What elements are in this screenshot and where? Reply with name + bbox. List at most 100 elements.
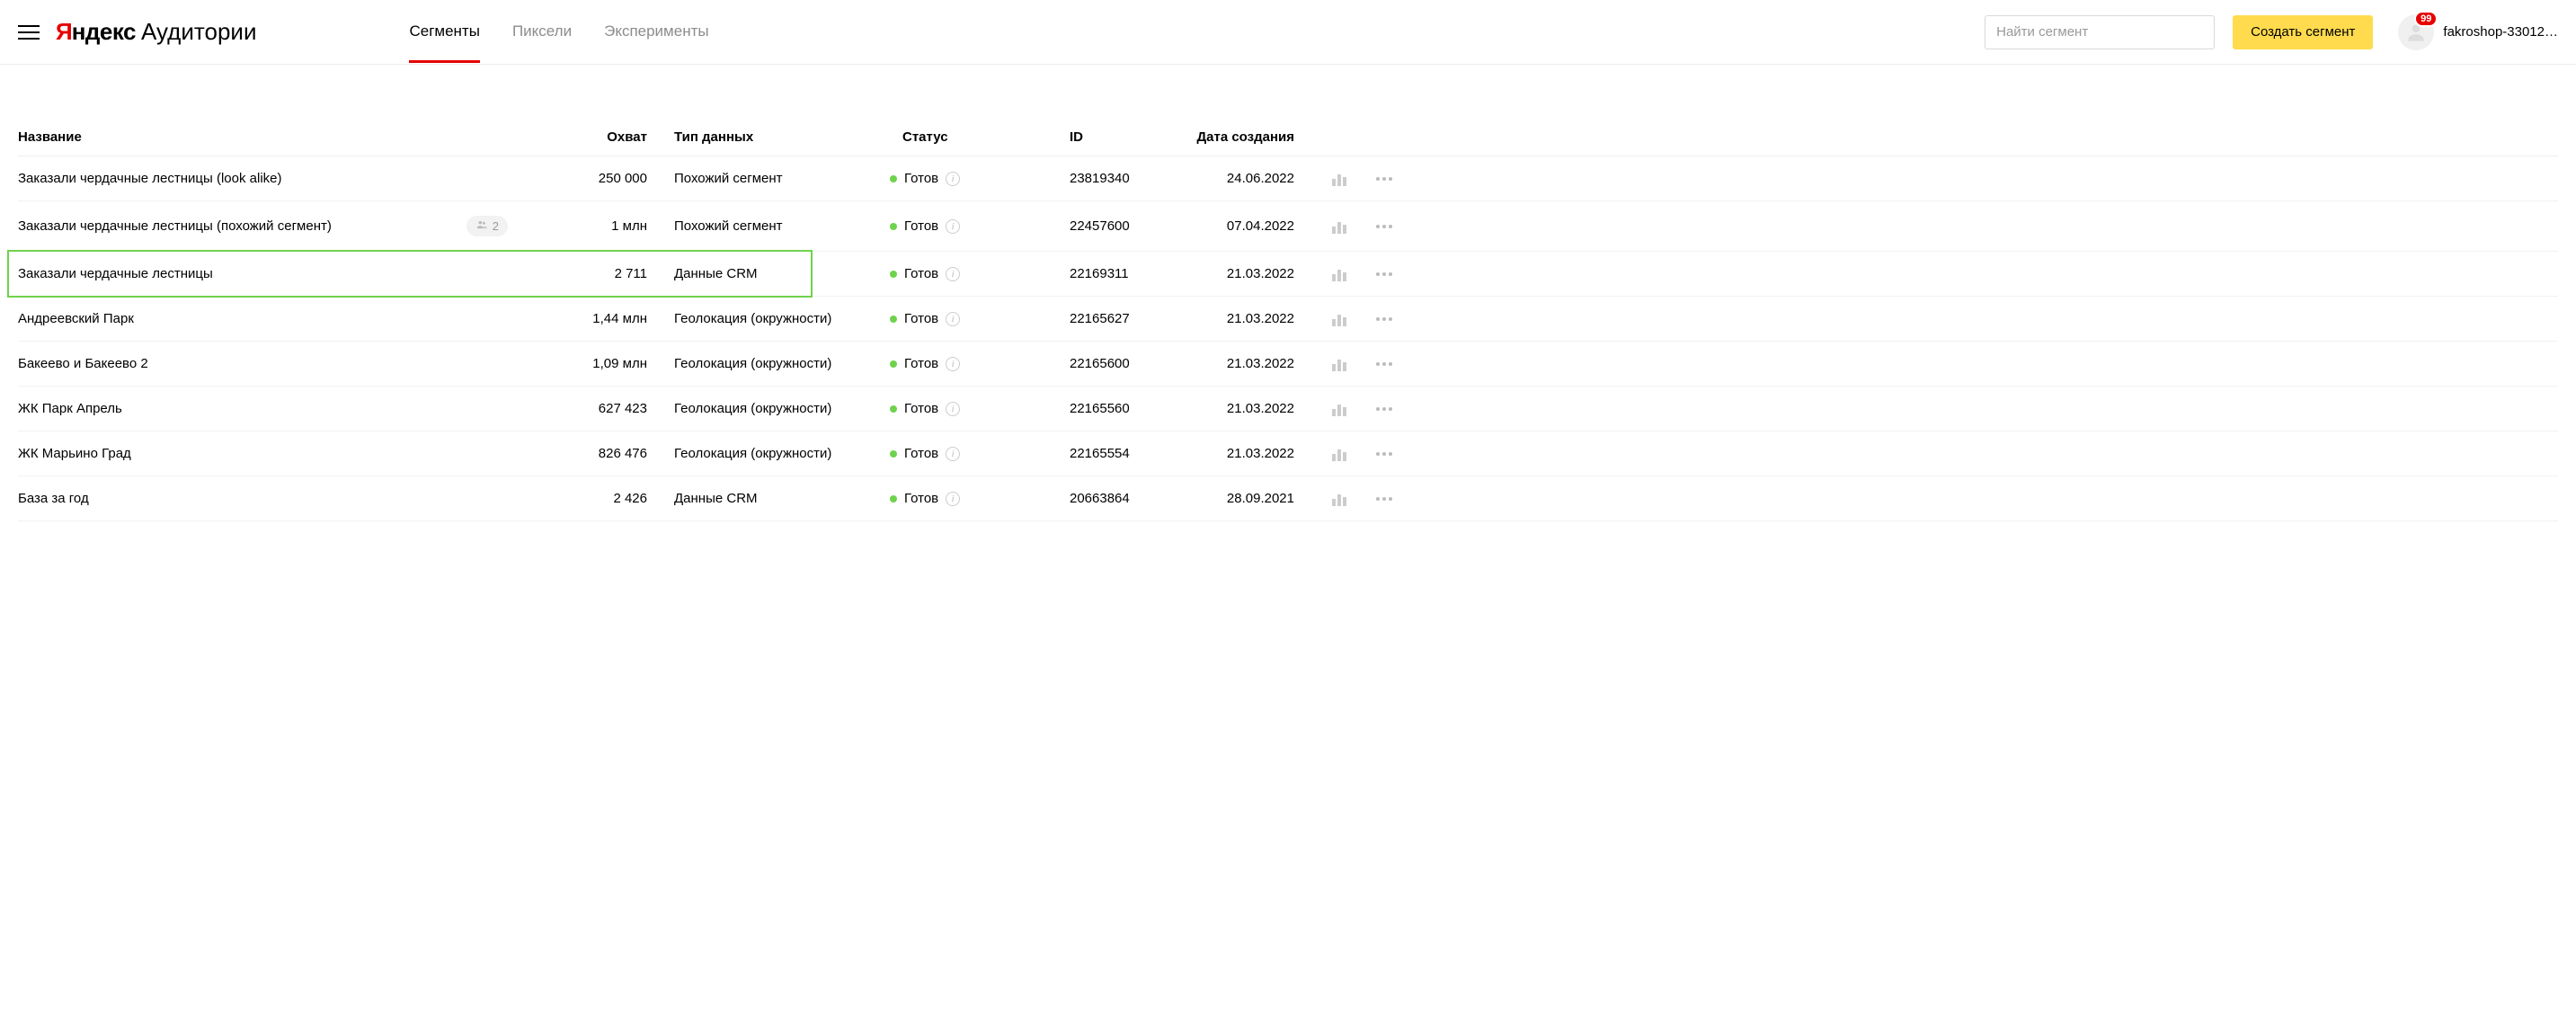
cell-reach: 2 711 [517, 266, 674, 281]
cell-status: Готовi [890, 266, 1070, 281]
cell-reach: 826 476 [517, 446, 674, 461]
cell-stats [1312, 172, 1366, 186]
cell-type: Геолокация (окружности) [674, 311, 890, 326]
cell-status: Готовi [890, 356, 1070, 371]
stats-icon[interactable] [1332, 492, 1346, 506]
nav-tabs: Сегменты Пиксели Эксперименты [409, 1, 708, 63]
more-icon[interactable] [1376, 362, 1392, 366]
table-row[interactable]: ЖК Парк Апрель627 423Геолокация (окружно… [18, 387, 2558, 431]
logo-product: Аудитории [141, 18, 256, 46]
tab-1[interactable]: Пиксели [512, 1, 572, 63]
cell-type: Похожий сегмент [674, 171, 890, 186]
cell-date: 28.09.2021 [1195, 491, 1312, 506]
cell-status: Готовi [890, 218, 1070, 234]
table-row[interactable]: Андреевский Парк 1,44 млнГеолокация (окру… [18, 297, 2558, 342]
table-row[interactable]: Заказали чердачные лестницы (look alike)… [18, 156, 2558, 201]
table-row[interactable]: Заказали чердачные лестницы2 711Данные C… [18, 252, 2558, 297]
username: fakroshop-33012… [2443, 24, 2558, 40]
create-segment-button[interactable]: Создать сегмент [2233, 15, 2373, 49]
share-count: 2 [493, 219, 499, 233]
info-icon[interactable]: i [946, 312, 960, 326]
notification-badge: 99 [2414, 11, 2438, 27]
logo-y: Я [56, 18, 72, 45]
cell-name: ЖК Марьино Град [18, 446, 517, 461]
stats-icon[interactable] [1332, 357, 1346, 371]
cell-actions [1366, 362, 1402, 366]
more-icon[interactable] [1376, 177, 1392, 181]
tab-2[interactable]: Эксперименты [604, 1, 709, 63]
th-name[interactable]: Название [18, 129, 517, 145]
stats-icon[interactable] [1332, 447, 1346, 461]
cell-reach: 627 423 [517, 401, 674, 416]
cell-actions [1366, 407, 1402, 411]
cell-type: Похожий сегмент [674, 218, 890, 234]
table-row[interactable]: ЖК Марьино Град826 476Геолокация (окружн… [18, 431, 2558, 476]
logo-yandex: ндекс [72, 18, 136, 45]
cell-type: Данные CRM [674, 491, 890, 506]
segment-name: Заказали чердачные лестницы (похожий сег… [18, 218, 332, 234]
stats-icon[interactable] [1332, 312, 1346, 326]
cell-reach: 1,09 млн [517, 356, 674, 371]
cell-stats [1312, 312, 1366, 326]
people-icon [475, 218, 488, 234]
cell-name: Заказали чердачные лестницы (look alike) [18, 171, 517, 186]
main-content: Название Охват Тип данных Статус ID Дата… [0, 65, 2576, 539]
stats-icon[interactable] [1332, 172, 1346, 186]
th-status[interactable]: Статус [890, 129, 1070, 145]
user-menu[interactable]: 99 fakroshop-33012… [2398, 14, 2558, 50]
cell-reach: 2 426 [517, 491, 674, 506]
tab-0[interactable]: Сегменты [409, 1, 479, 63]
cell-status: Готовi [890, 401, 1070, 416]
segment-name: Бакеево и Бакеево 2 [18, 356, 148, 371]
segment-name: ЖК Парк Апрель [18, 401, 122, 416]
search-input[interactable] [1985, 15, 2215, 49]
stats-icon[interactable] [1332, 402, 1346, 416]
cell-id: 23819340 [1070, 171, 1195, 186]
cell-type: Данные CRM [674, 266, 890, 281]
cell-stats [1312, 357, 1366, 371]
more-icon[interactable] [1376, 272, 1392, 276]
cell-reach: 1,44 млн [517, 311, 674, 326]
cell-id: 20663864 [1070, 491, 1195, 506]
info-icon[interactable]: i [946, 172, 960, 186]
cell-type: Геолокация (окружности) [674, 446, 890, 461]
more-icon[interactable] [1376, 225, 1392, 228]
cell-stats [1312, 219, 1366, 234]
status-dot-icon [890, 175, 897, 182]
cell-name: Бакеево и Бакеево 2 [18, 356, 517, 371]
status-text: Готов [904, 218, 938, 234]
cell-stats [1312, 267, 1366, 281]
more-icon[interactable] [1376, 497, 1392, 501]
more-icon[interactable] [1376, 317, 1392, 321]
logo[interactable]: Яндекс Аудитории [56, 18, 256, 46]
info-icon[interactable]: i [946, 492, 960, 506]
info-icon[interactable]: i [946, 219, 960, 234]
more-icon[interactable] [1376, 407, 1392, 411]
th-date[interactable]: Дата создания [1195, 129, 1312, 145]
table-row[interactable]: Заказали чердачные лестницы (похожий сег… [18, 201, 2558, 252]
table-row[interactable]: База за год2 426Данные CRMГотовi20663864… [18, 476, 2558, 521]
stats-icon[interactable] [1332, 219, 1346, 234]
share-badge[interactable]: 2 [466, 216, 508, 236]
cell-id: 22169311 [1070, 266, 1195, 281]
info-icon[interactable]: i [946, 447, 960, 461]
cell-type: Геолокация (окружности) [674, 356, 890, 371]
segment-name: База за год [18, 491, 89, 506]
table-row[interactable]: Бакеево и Бакеево 2 1,09 млнГеолокация (о… [18, 342, 2558, 387]
info-icon[interactable]: i [946, 357, 960, 371]
cell-actions [1366, 272, 1402, 276]
menu-icon[interactable] [18, 22, 40, 43]
status-dot-icon [890, 450, 897, 458]
th-reach[interactable]: Охват [517, 129, 674, 145]
th-id[interactable]: ID [1070, 129, 1195, 145]
cell-date: 21.03.2022 [1195, 311, 1312, 326]
status-text: Готов [904, 356, 938, 371]
info-icon[interactable]: i [946, 267, 960, 281]
more-icon[interactable] [1376, 452, 1392, 456]
segment-name: Андреевский Парк [18, 311, 134, 326]
stats-icon[interactable] [1332, 267, 1346, 281]
cell-reach: 250 000 [517, 171, 674, 186]
cell-date: 21.03.2022 [1195, 446, 1312, 461]
th-type[interactable]: Тип данных [674, 129, 890, 145]
info-icon[interactable]: i [946, 402, 960, 416]
